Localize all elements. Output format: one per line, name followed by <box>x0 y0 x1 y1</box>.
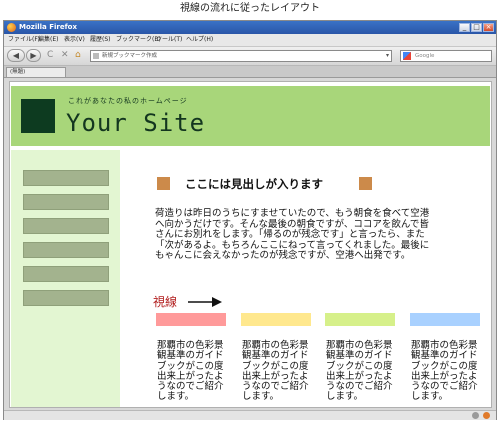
title-bar: Mozilla Firefox _ □ × <box>4 21 496 34</box>
tab-untitled[interactable]: (無題) <box>6 67 66 77</box>
sidebar-item[interactable] <box>23 266 109 282</box>
sidebar-item[interactable] <box>23 218 109 234</box>
page-favicon-icon <box>93 53 99 59</box>
back-icon: ◀ <box>12 51 20 60</box>
navigation-toolbar: ◀ ▶ C ✕ ⌂ 新規ブックマーク作成 ▾ Google <box>4 47 496 66</box>
status-bar <box>4 410 496 420</box>
sidebar <box>11 150 120 407</box>
sidebar-item[interactable] <box>23 290 109 306</box>
forward-icon: ▶ <box>30 51 37 60</box>
reload-icon[interactable]: C <box>47 50 53 61</box>
minimize-button[interactable]: _ <box>459 23 470 32</box>
tab-label: (無題) <box>10 69 26 75</box>
column-2-text: 那覇市の色彩景観基準のガイドブックがこの度出来上がったようなのでご紹介します。 <box>242 340 309 403</box>
column-4-text: 那覇市の色彩景観基準のガイドブックがこの度出来上がったようなのでご紹介します。 <box>411 340 478 403</box>
address-text: 新規ブックマーク作成 <box>102 53 158 59</box>
menu-bookmarks[interactable]: ブックマーク(B) <box>116 35 161 45</box>
column-4-color-bar <box>410 313 480 326</box>
column-3-text: 那覇市の色彩景観基準のガイドブックがこの度出来上がったようなのでご紹介します。 <box>326 340 393 403</box>
address-bar[interactable]: 新規ブックマーク作成 ▾ <box>90 50 392 62</box>
menu-bar: ファイル(F) 編集(E) 表示(V) 履歴(S) ブックマーク(B) ツール(… <box>4 34 496 47</box>
forward-button[interactable]: ▶ <box>26 49 41 62</box>
search-input[interactable]: Google <box>400 50 492 62</box>
figure-caption: 視線の流れに従ったレイアウト <box>180 3 320 14</box>
menu-tools[interactable]: ツール(T) <box>156 35 182 45</box>
menu-history[interactable]: 履歴(S) <box>90 35 111 45</box>
heading-decoration-right <box>359 177 372 190</box>
status-firefox-icon[interactable] <box>483 412 490 419</box>
search-placeholder: Google <box>415 53 435 59</box>
tab-bar: (無題) <box>4 66 496 78</box>
home-icon[interactable]: ⌂ <box>75 50 81 61</box>
sidebar-item[interactable] <box>23 194 109 210</box>
column-2-color-bar <box>241 313 311 326</box>
column-1-color-bar <box>156 313 226 326</box>
maximize-button[interactable]: □ <box>471 23 482 32</box>
search-engine-icon[interactable] <box>403 52 411 60</box>
status-addon-icon[interactable] <box>472 412 479 419</box>
main-heading: ここには見出しが入ります <box>185 177 323 191</box>
page-viewport: これがあなたの私のホームページ Your Site ここには見出しが入ります 荷… <box>9 81 492 408</box>
site-name: Your Site <box>66 109 206 137</box>
browser-window: Mozilla Firefox _ □ × ファイル(F) 編集(E) 表示(V… <box>3 20 497 420</box>
main-body-text: 荷造りは昨日のうちにすませていたので、もう朝食を食べて空港へ向かうだけです。そん… <box>155 208 430 261</box>
close-button[interactable]: × <box>483 23 494 32</box>
menu-help[interactable]: ヘルプ(H) <box>186 35 213 45</box>
address-dropdown-icon[interactable]: ▾ <box>386 51 389 61</box>
site-tagline: これがあなたの私のホームページ <box>68 97 188 105</box>
sidebar-item[interactable] <box>23 170 109 186</box>
menu-edit[interactable]: 編集(E) <box>38 35 58 45</box>
column-3-color-bar <box>325 313 395 326</box>
site-header: これがあなたの私のホームページ Your Site <box>11 86 490 146</box>
back-button[interactable]: ◀ <box>7 49 25 62</box>
menu-view[interactable]: 表示(V) <box>64 35 85 45</box>
heading-decoration-left <box>157 177 170 190</box>
sidebar-item[interactable] <box>23 242 109 258</box>
stop-icon[interactable]: ✕ <box>61 50 69 61</box>
sightline-label: 視線 <box>153 295 178 309</box>
site-logo <box>21 99 55 133</box>
firefox-icon <box>7 23 16 32</box>
menu-file[interactable]: ファイル(F) <box>8 35 40 45</box>
column-1-text: 那覇市の色彩景観基準のガイドブックがこの度出来上がったようなのでご紹介します。 <box>157 340 224 403</box>
sightline-arrow-icon <box>188 297 222 307</box>
window-title: Mozilla Firefox <box>19 23 77 31</box>
